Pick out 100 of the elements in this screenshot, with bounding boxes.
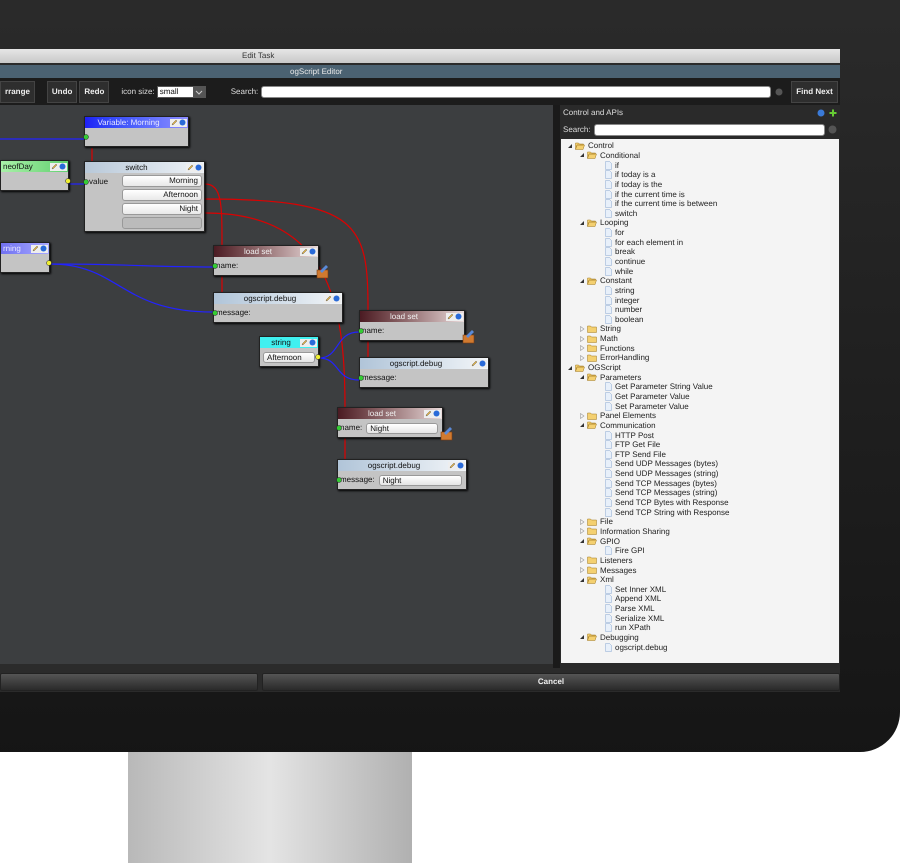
port-icon[interactable] (315, 354, 321, 360)
search-field[interactable] (261, 86, 772, 98)
cancel-button[interactable]: Cancel (262, 672, 840, 690)
expand-toggle-icon[interactable] (579, 220, 585, 226)
pencil-icon[interactable] (301, 248, 308, 255)
node-card[interactable]: switch value Morning Afternoon Night (84, 161, 205, 232)
tree-item-label[interactable]: Fire GPI (615, 546, 645, 556)
port-icon[interactable] (358, 375, 364, 381)
tree-item-label[interactable]: Get Parameter String Value (615, 382, 713, 392)
port-icon[interactable] (46, 260, 52, 266)
tree-item-label[interactable]: if today is a (615, 170, 656, 180)
help-icon[interactable] (817, 109, 825, 117)
tree-item-label[interactable]: Set Inner XML (615, 584, 666, 594)
tree-item-label[interactable]: if (615, 160, 619, 170)
tree-item-label[interactable]: Communication (600, 420, 656, 430)
tree-item-label[interactable]: Information Sharing (600, 526, 670, 536)
icon-size-select[interactable]: small (156, 86, 206, 98)
case-field[interactable]: Night (122, 203, 202, 215)
expand-toggle-icon[interactable] (579, 412, 585, 419)
node-card[interactable]: neofDay (0, 160, 69, 191)
port-icon[interactable] (212, 263, 218, 269)
find-next-button[interactable]: Find Next (791, 80, 838, 102)
info-icon[interactable] (333, 295, 340, 302)
pencil-icon[interactable] (447, 313, 454, 320)
tree-item-label[interactable]: Debugging (600, 632, 639, 642)
info-icon[interactable] (457, 462, 464, 469)
port-icon[interactable] (65, 178, 71, 184)
pencil-icon[interactable] (471, 360, 478, 367)
port-icon[interactable] (83, 134, 89, 140)
empty-case-field[interactable] (122, 217, 202, 229)
expand-toggle-icon[interactable] (579, 345, 585, 352)
tree-item-label[interactable]: if today is the (615, 180, 662, 189)
footer-button[interactable] (0, 672, 258, 690)
port-icon[interactable] (83, 179, 89, 185)
node-card[interactable]: Variable: Morning (84, 116, 189, 147)
expand-toggle-icon[interactable] (579, 152, 585, 158)
expand-toggle-icon[interactable] (579, 518, 585, 525)
pencil-icon[interactable] (325, 295, 332, 302)
toolbar-button[interactable]: Undo (46, 80, 78, 102)
expand-toggle-icon[interactable] (579, 567, 585, 573)
tree-item-label[interactable]: ogscript.debug (615, 642, 668, 652)
tree-item-label[interactable]: Parse XML (615, 604, 655, 614)
tree-item-label[interactable]: Messages (600, 566, 636, 574)
info-icon[interactable] (59, 163, 66, 170)
toolbar-button[interactable]: rrange (0, 80, 35, 102)
toolbar-button[interactable]: Redo (79, 80, 110, 102)
pencil-icon[interactable] (51, 163, 58, 170)
case-field[interactable]: Afternoon (122, 189, 202, 201)
tree-item-label[interactable]: string (615, 286, 635, 295)
tree-item-label[interactable]: switch (615, 208, 638, 218)
input-field[interactable]: Night (378, 474, 462, 486)
expand-toggle-icon[interactable] (579, 374, 585, 380)
info-icon[interactable] (309, 339, 316, 346)
pencil-icon[interactable] (425, 410, 432, 417)
port-icon[interactable] (336, 425, 342, 431)
pencil-icon[interactable] (301, 339, 308, 346)
port-icon[interactable] (212, 310, 218, 316)
case-field[interactable]: Morning (122, 175, 202, 187)
info-icon[interactable] (433, 410, 440, 417)
clear-icon[interactable] (775, 88, 784, 96)
tree-item-label[interactable]: Send UDP Messages (string) (615, 469, 718, 478)
pencil-icon[interactable] (171, 119, 178, 126)
tree-item-label[interactable]: continue (615, 257, 646, 266)
expand-toggle-icon[interactable] (567, 364, 573, 371)
node-card[interactable]: ogscript.debug message: (359, 357, 489, 388)
expand-toggle-icon[interactable] (579, 634, 585, 640)
tree-item-label[interactable]: if the current time is between (615, 199, 718, 208)
expand-toggle-icon[interactable] (579, 538, 585, 544)
search-field[interactable] (594, 124, 825, 136)
tree-item-label[interactable]: Append XML (615, 594, 662, 604)
tree-item-label[interactable]: FTP Send File (615, 450, 666, 459)
tree-item-label[interactable]: String (600, 324, 621, 334)
port-icon[interactable] (358, 328, 364, 334)
tree-item-label[interactable]: Constant (600, 276, 632, 286)
plus-icon[interactable] (829, 109, 837, 117)
input-field[interactable]: Night (366, 422, 438, 434)
tree-item-label[interactable]: HTTP Post (615, 430, 654, 440)
tree-item-label[interactable]: Send UDP Messages (bytes) (615, 459, 718, 468)
pencil-icon[interactable] (449, 462, 456, 469)
tree-item-label[interactable]: Math (600, 334, 618, 344)
tree-item-label[interactable]: Send TCP Messages (string) (615, 488, 718, 498)
tree-item-label[interactable]: break (615, 247, 636, 256)
tree-item-label[interactable]: Get Parameter Value (615, 392, 690, 401)
node-card[interactable]: load set name: Night (337, 407, 443, 438)
tree-item-label[interactable]: GPIO (600, 536, 620, 546)
tree-item-label[interactable]: Send TCP Bytes with Response (615, 498, 729, 508)
tree-item-label[interactable]: Send TCP String with Response (615, 508, 730, 517)
tree-item-label[interactable]: Xml (600, 575, 614, 584)
node-card[interactable]: ogscript.debug message: Night (337, 459, 467, 490)
tree-item-label[interactable]: Functions (600, 344, 635, 353)
tree-item-label[interactable]: Control (588, 141, 614, 150)
info-icon[interactable] (479, 360, 486, 367)
tree-item-label[interactable]: for (615, 228, 624, 238)
expand-toggle-icon[interactable] (579, 576, 585, 583)
info-icon[interactable] (40, 245, 47, 252)
tree-item-label[interactable]: OGScript (588, 363, 621, 372)
tree-item-label[interactable]: Serialize XML (615, 614, 664, 623)
node-card[interactable]: load set name: (359, 310, 465, 341)
input-field[interactable]: Afternoon (263, 352, 315, 362)
tree-item-label[interactable]: File (600, 517, 613, 526)
